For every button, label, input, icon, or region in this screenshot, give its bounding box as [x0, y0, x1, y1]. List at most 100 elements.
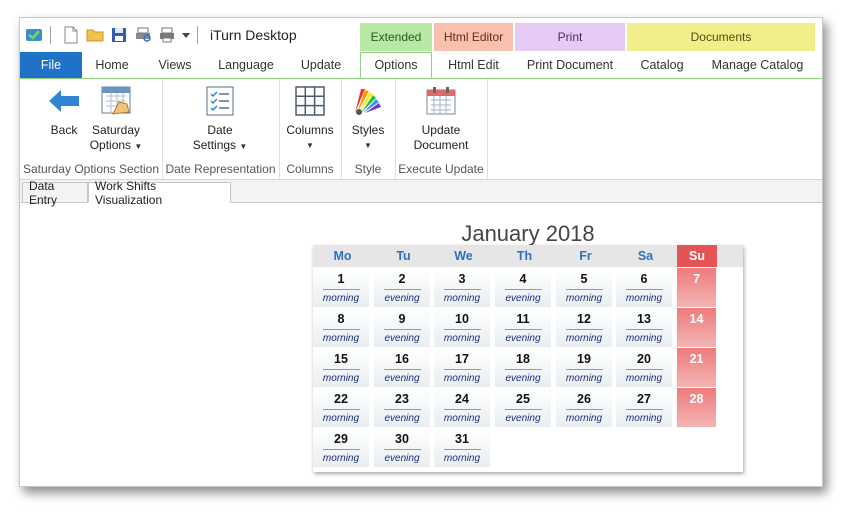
update-document-button[interactable]: Update Document	[409, 83, 473, 153]
shift-label: morning	[565, 293, 603, 304]
calendar-day-10[interactable]: 10 morning	[434, 308, 491, 347]
tab-options[interactable]: Options	[360, 52, 432, 78]
calendar-day-30[interactable]: 30 evening	[374, 428, 431, 467]
calendar-day-9[interactable]: 9 evening	[374, 308, 431, 347]
calendar-day-7[interactable]: 7	[677, 268, 717, 307]
open-folder-icon[interactable]	[85, 25, 105, 45]
calendar-day-2[interactable]: 2 evening	[374, 268, 431, 307]
shift-label: evening	[384, 413, 420, 424]
day-number: 24	[455, 392, 469, 406]
tab-home[interactable]: Home	[82, 52, 142, 78]
calendar-day-14[interactable]: 14	[677, 308, 717, 347]
calendar-day-1[interactable]: 1 morning	[313, 268, 370, 307]
day-divider	[384, 289, 421, 290]
calendar-day-18[interactable]: 18 evening	[495, 348, 552, 387]
calendar-day-27[interactable]: 27 morning	[616, 388, 673, 427]
calendar-day-21[interactable]: 21	[677, 348, 717, 387]
app-window: iTurn Desktop Extended Html Editor Print…	[19, 17, 823, 487]
day-divider	[505, 409, 542, 410]
calendar-day-13[interactable]: 13 morning	[616, 308, 673, 347]
day-divider	[505, 369, 542, 370]
day-number: 26	[577, 392, 591, 406]
back-button[interactable]: Back	[42, 83, 86, 138]
calendar-day-3[interactable]: 3 morning	[434, 268, 491, 307]
group-date-representation: Date Settings ▼ Date Representation	[162, 79, 280, 179]
group-execute-update: Update Document Execute Update	[395, 79, 488, 179]
tab-manage-catalog[interactable]: Manage Catalog	[700, 52, 815, 78]
calendar-day-15[interactable]: 15 morning	[313, 348, 370, 387]
calendar-day-4[interactable]: 4 evening	[495, 268, 552, 307]
day-number: 1	[337, 272, 345, 286]
calendar-day-8[interactable]: 8 morning	[313, 308, 370, 347]
calendar-day-11[interactable]: 11 evening	[495, 308, 552, 347]
app-title: iTurn Desktop	[210, 27, 297, 43]
shift-label: evening	[384, 373, 420, 384]
context-group-print: Print	[515, 23, 625, 51]
date-settings-label-1: Date	[207, 123, 233, 137]
shift-label: morning	[443, 453, 481, 464]
weekday-fr: Fr	[579, 249, 592, 263]
calendar-day-12[interactable]: 12 morning	[556, 308, 613, 347]
shift-label: evening	[384, 453, 420, 464]
print-preview-icon[interactable]	[133, 25, 153, 45]
tab-views[interactable]: Views	[146, 52, 204, 78]
columns-button[interactable]: Columns ▼	[282, 83, 338, 153]
context-group-extended: Extended	[360, 23, 432, 51]
calendar-day-6[interactable]: 6 morning	[616, 268, 673, 307]
calendar-day-25[interactable]: 25 evening	[495, 388, 552, 427]
shift-label: evening	[384, 333, 420, 344]
tab-language[interactable]: Language	[210, 52, 282, 78]
calendar-icon	[423, 83, 459, 119]
new-document-icon[interactable]	[61, 25, 81, 45]
saturday-options-button[interactable]: Saturday Options ▼	[88, 83, 144, 154]
shift-label: morning	[322, 413, 360, 424]
customize-toolbar-icon[interactable]	[181, 25, 191, 45]
day-number: 13	[637, 312, 651, 326]
tab-print-document[interactable]: Print Document	[515, 52, 625, 78]
weekday-su: Su	[677, 245, 717, 267]
day-number: 9	[398, 312, 406, 326]
day-divider	[566, 409, 603, 410]
save-icon[interactable]	[109, 25, 129, 45]
tab-catalog[interactable]: Catalog	[627, 52, 697, 78]
date-settings-button[interactable]: Date Settings ▼	[190, 83, 250, 154]
shift-label: morning	[625, 333, 663, 344]
calendar-day-26[interactable]: 26 morning	[556, 388, 613, 427]
tab-update[interactable]: Update	[290, 52, 352, 78]
day-number: 28	[689, 392, 704, 406]
calendar-day-20[interactable]: 20 morning	[616, 348, 673, 387]
tab-file[interactable]: File	[20, 52, 82, 78]
calendar-day-19[interactable]: 19 morning	[556, 348, 613, 387]
calendar-day-24[interactable]: 24 morning	[434, 388, 491, 427]
app-logo-icon[interactable]	[24, 25, 44, 45]
day-number: 14	[689, 312, 704, 326]
day-divider	[505, 289, 542, 290]
ribbon-tab-bar: File Home Views Language Update Options …	[20, 52, 822, 79]
styles-label: Styles	[351, 123, 385, 137]
shift-label: morning	[565, 333, 603, 344]
shift-label: morning	[322, 453, 360, 464]
calendar-day-22[interactable]: 22 morning	[313, 388, 370, 427]
group-title-date-representation: Date Representation	[165, 162, 276, 176]
shift-label: morning	[443, 373, 481, 384]
dropdown-arrow-icon: ▼	[134, 142, 143, 151]
day-divider	[444, 329, 481, 330]
calendar-day-17[interactable]: 17 morning	[434, 348, 491, 387]
group-saturday-options: Back Saturday Options ▼ Saturday Options…	[20, 79, 163, 179]
print-icon[interactable]	[157, 25, 177, 45]
tab-html-edit[interactable]: Html Edit	[434, 52, 513, 78]
day-divider	[444, 409, 481, 410]
tab-data-entry[interactable]: Data Entry	[22, 179, 88, 207]
group-title-execute-update: Execute Update	[398, 162, 484, 176]
columns-label: Columns	[286, 123, 334, 137]
day-number: 18	[516, 352, 530, 366]
tab-work-shifts-visualization[interactable]: Work Shifts Visualization	[88, 179, 231, 207]
calendar-day-29[interactable]: 29 morning	[313, 428, 370, 467]
group-columns: Columns ▼ Columns	[279, 79, 342, 179]
styles-button[interactable]: Styles ▼	[344, 83, 392, 153]
calendar-day-28[interactable]: 28	[677, 388, 717, 427]
calendar-day-5[interactable]: 5 morning	[556, 268, 613, 307]
calendar-day-31[interactable]: 31 morning	[434, 428, 491, 467]
calendar-day-16[interactable]: 16 evening	[374, 348, 431, 387]
calendar-day-23[interactable]: 23 evening	[374, 388, 431, 427]
